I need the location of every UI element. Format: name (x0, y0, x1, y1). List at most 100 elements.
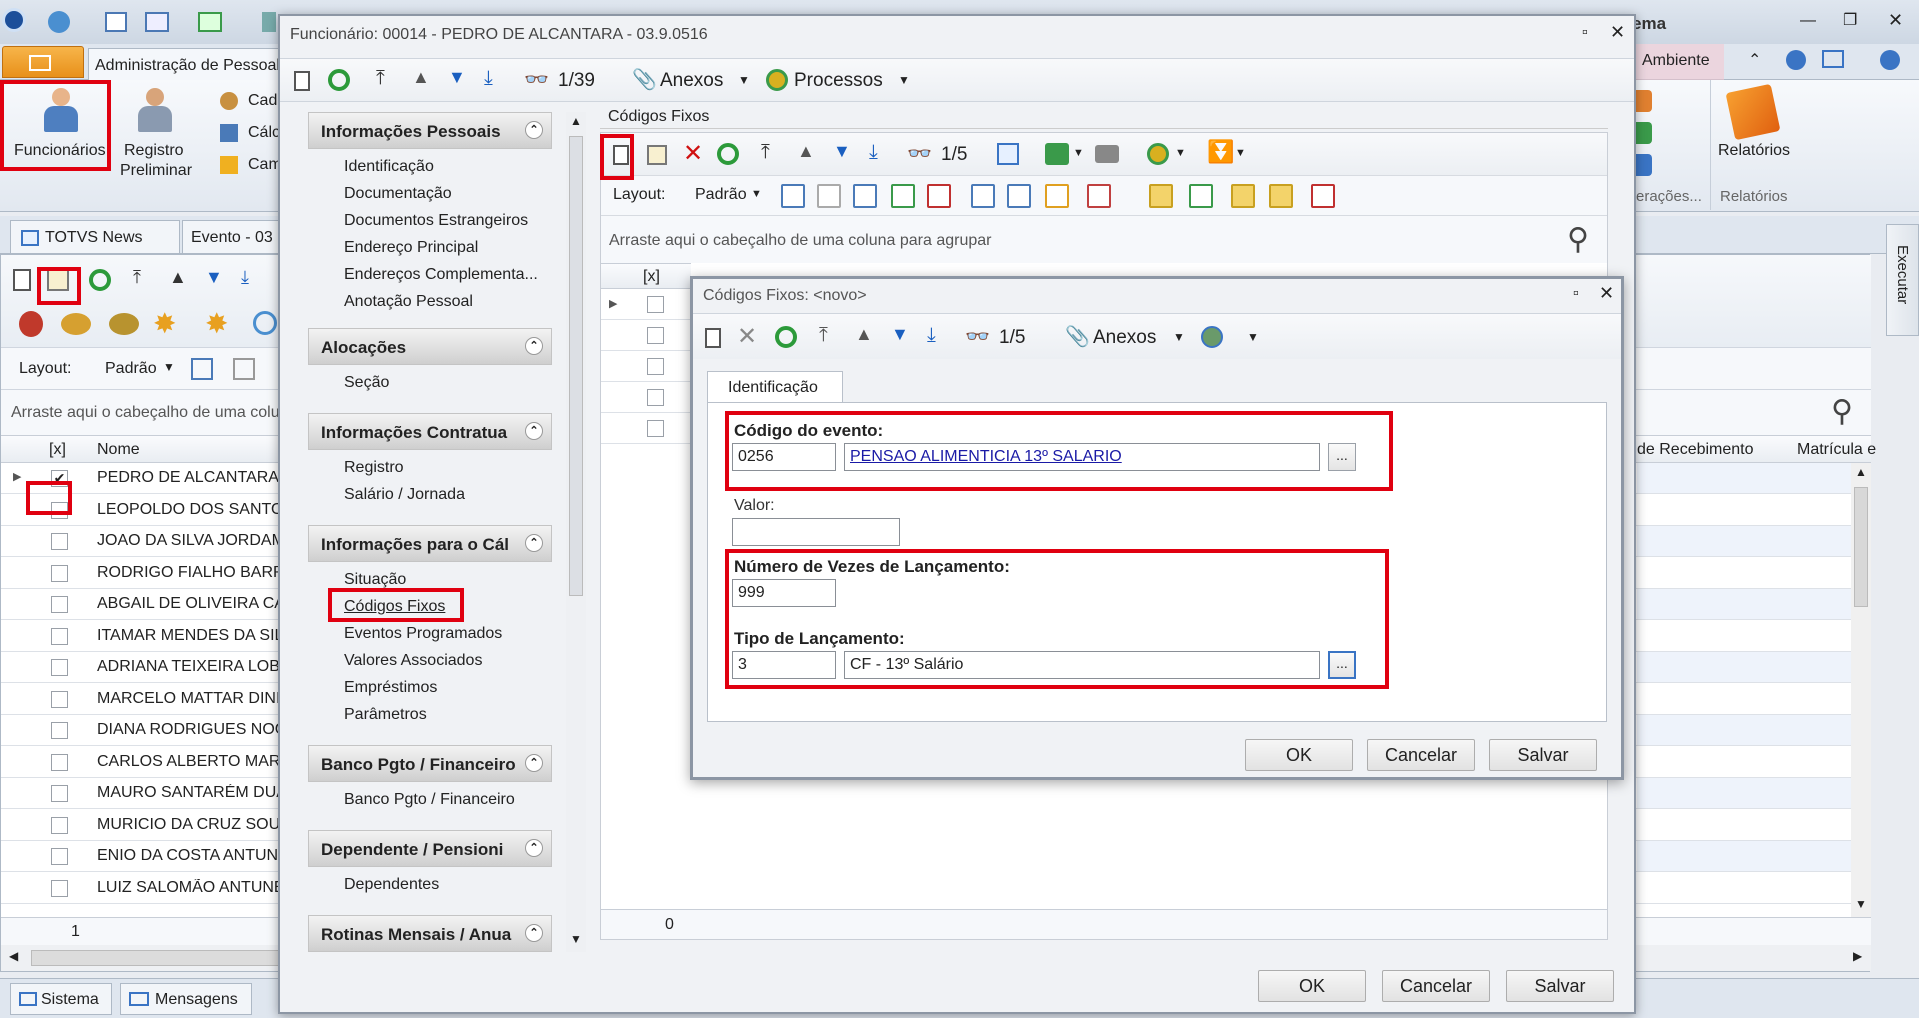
mensagens-tab[interactable]: Mensagens (120, 983, 252, 1015)
window-maximize-icon[interactable]: ▫ (1582, 24, 1588, 42)
recebimento-column-header[interactable]: de Recebimento (1637, 441, 1754, 459)
row-checkbox[interactable] (51, 785, 68, 802)
cancel-button[interactable]: Cancelar (1382, 970, 1490, 1002)
row-checkbox[interactable] (51, 848, 68, 865)
row-checkbox[interactable] (51, 816, 68, 834)
nav-item[interactable]: Seção (344, 374, 389, 392)
prev-codigo-icon[interactable]: ▲ (797, 141, 815, 162)
row-checkbox[interactable] (51, 596, 68, 613)
refresh-codigo-icon[interactable] (717, 143, 739, 165)
registro-preliminar-button-line1[interactable]: Registro (124, 142, 184, 160)
dialog-new-icon[interactable] (705, 328, 721, 348)
layout-tool-icon[interactable] (971, 184, 995, 208)
nav-scroll-down-icon[interactable]: ▼ (570, 932, 582, 946)
nav-item[interactable]: Endereços Complementa... (344, 266, 538, 284)
codigo-lookup-button[interactable]: ... (1328, 443, 1356, 471)
collapse-chevron-icon[interactable]: ⌃ (525, 422, 543, 440)
processos-gear-icon[interactable] (766, 69, 788, 91)
cad-button[interactable]: Cad (248, 92, 277, 110)
nav-scroll-up-icon[interactable]: ▲ (570, 114, 582, 128)
file-menu-button[interactable] (2, 46, 84, 78)
codigos-check-header[interactable]: [x] (643, 268, 660, 286)
paperclip-icon[interactable]: 📎 (632, 67, 657, 92)
calc-button[interactable]: Cálc (248, 124, 280, 142)
tab-evento[interactable]: Evento - 03 (182, 220, 282, 254)
nav-item[interactable]: Situação (344, 571, 406, 589)
info-icon[interactable] (1880, 50, 1900, 70)
name-column-header[interactable]: Nome (97, 441, 140, 459)
layout-tool-icon[interactable] (817, 184, 841, 208)
tools-icon[interactable] (262, 12, 276, 32)
new-window-icon[interactable] (105, 12, 127, 32)
refresh-icon[interactable] (89, 269, 111, 291)
layout-select[interactable]: Padrão (105, 360, 157, 378)
row-checkbox[interactable] (51, 879, 68, 897)
export-icon[interactable] (198, 12, 222, 32)
tipo-lancamento-input[interactable]: 3 (732, 651, 836, 679)
layout-dropdown-icon[interactable]: ▼ (163, 360, 175, 374)
nav-section-header[interactable]: Informações Contratua ⌃ (308, 413, 552, 450)
minimize-icon[interactable]: — (1800, 12, 1816, 30)
collapse-chevron-icon[interactable]: ⌃ (525, 337, 543, 355)
nav-item[interactable]: Registro (344, 459, 404, 477)
help-globe-icon[interactable] (1786, 50, 1806, 70)
valor-input[interactable] (732, 518, 900, 546)
first-record-icon[interactable]: ⤒ (133, 267, 141, 288)
binoculars-icon[interactable]: 👓 (524, 67, 549, 92)
collapse-chevron-icon[interactable]: ⌃ (525, 121, 543, 139)
nav-item[interactable]: Documentos Estrangeiros (344, 212, 528, 230)
layout-icon[interactable] (1822, 50, 1844, 68)
relatorios-button[interactable]: Relatórios (1718, 142, 1790, 160)
first-codigo-icon[interactable]: ⤒ (761, 141, 770, 164)
layout-tool-icon[interactable] (1087, 184, 1111, 208)
nav-item[interactable]: Valores Associados (344, 652, 482, 670)
process-dropdown-icon[interactable]: ▼ (1175, 147, 1186, 159)
nav-item[interactable]: Salário / Jornada (344, 486, 465, 504)
layout-tool-icon[interactable] (1149, 184, 1173, 208)
nav-section-header[interactable]: Informações para o Cál ⌃ (308, 525, 552, 562)
nav-item[interactable]: Eventos Programados (344, 625, 502, 643)
import-dropdown-icon[interactable]: ▼ (1073, 147, 1084, 159)
layout-tool-icon[interactable] (1269, 184, 1293, 208)
row-checkbox[interactable] (51, 753, 68, 771)
nav-section-header[interactable]: Dependente / Pensioni ⌃ (308, 830, 552, 867)
codigos-layout-select[interactable]: Padrão (695, 186, 747, 204)
sun-settings-icon[interactable]: ✸ (205, 307, 228, 340)
dialog-first-icon[interactable]: ⤒ (819, 324, 828, 347)
h-scroll-thumb[interactable] (31, 950, 281, 966)
registro-preliminar-button-line2[interactable]: Preliminar (120, 162, 192, 180)
collapse-chevron-icon[interactable]: ⌃ (525, 534, 543, 552)
anexos-dropdown-icon[interactable]: ▼ (738, 73, 750, 87)
nav-item[interactable]: Parâmetros (344, 706, 427, 724)
dialog-last-icon[interactable]: ⤓ (927, 324, 936, 347)
new-icon[interactable] (13, 269, 31, 291)
row-checkbox[interactable] (51, 690, 68, 708)
dialog-maximize-icon[interactable]: ▫ (1573, 285, 1579, 303)
dialog-cancel-button[interactable]: Cancelar (1367, 739, 1475, 771)
nav-item[interactable]: Empréstimos (344, 679, 437, 697)
ok-button[interactable]: OK (1258, 970, 1366, 1002)
scroll-right-icon[interactable]: ▶ (1853, 949, 1862, 963)
nav-scrollbar[interactable]: ▲ ▼ (566, 112, 586, 952)
row-checkbox[interactable] (51, 722, 68, 739)
codigo-row[interactable] (601, 413, 691, 444)
dialog-prev-icon[interactable]: ▲ (855, 324, 873, 345)
tab-identificacao[interactable]: Identificação (707, 371, 843, 403)
collapse-chevron-icon[interactable]: ⌃ (525, 754, 543, 772)
filter-dropdown-icon[interactable]: ▼ (1235, 147, 1246, 159)
codigo-row[interactable]: ▶ (601, 289, 691, 320)
person-remove-icon[interactable] (19, 311, 43, 337)
grid-vertical-scrollbar[interactable]: ▲ ▼ (1851, 463, 1871, 917)
dialog-ok-button[interactable]: OK (1245, 739, 1353, 771)
coins-add-icon[interactable] (109, 313, 139, 335)
sun-icon[interactable]: ✸ (153, 307, 176, 340)
restore-icon[interactable]: ❐ (1843, 10, 1857, 30)
delete-codigo-icon[interactable]: ✕ (683, 139, 703, 168)
new-codigo-icon[interactable] (613, 145, 629, 165)
executar-side-tab[interactable]: Executar (1886, 224, 1919, 336)
codigo-row-checkbox[interactable] (647, 358, 664, 375)
clock-icon[interactable] (253, 311, 277, 335)
matricula-column-header[interactable]: Matrícula e (1797, 441, 1876, 459)
codigo-binoculars-icon[interactable]: 👓 (907, 141, 932, 166)
sistema-tab[interactable]: Sistema (10, 983, 112, 1015)
